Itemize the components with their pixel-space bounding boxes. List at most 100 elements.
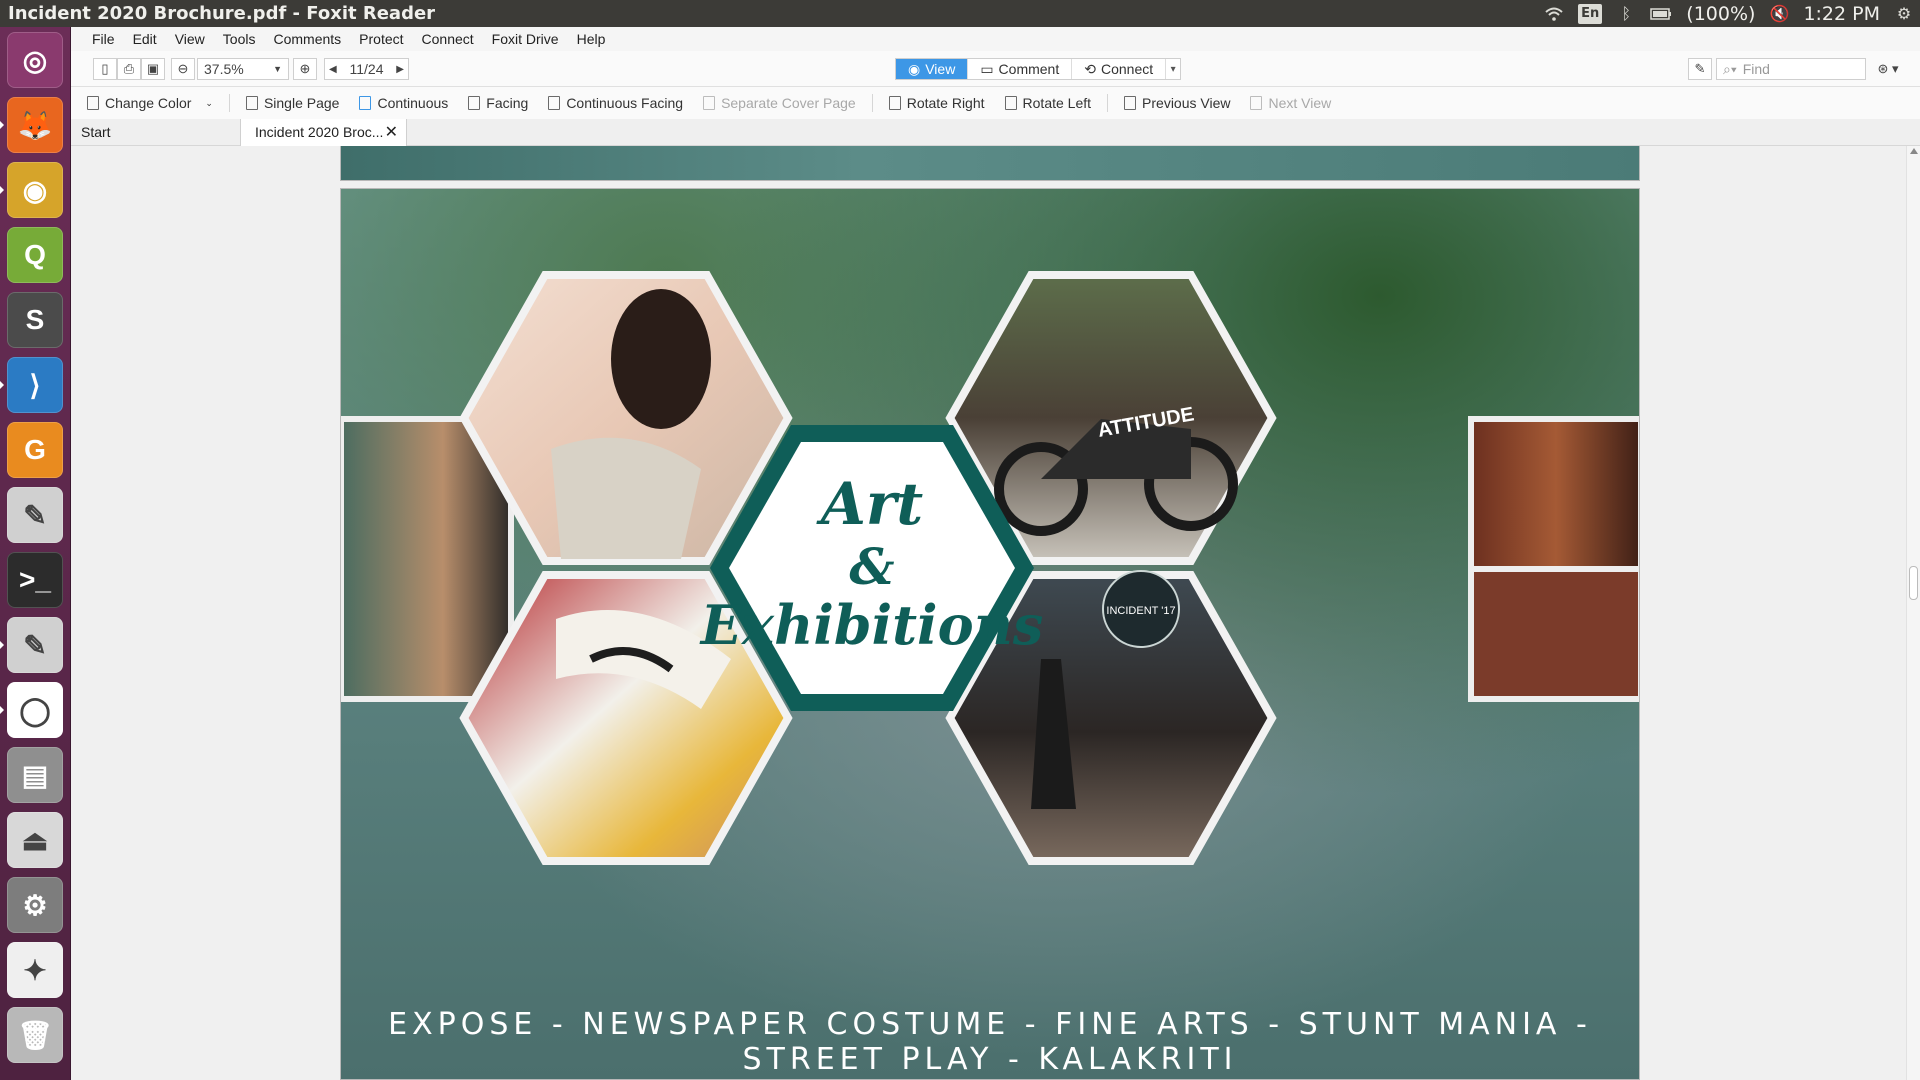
- print-icon[interactable]: ⎙: [117, 58, 141, 80]
- close-icon[interactable]: ✕: [385, 119, 398, 147]
- zoom-in-icon[interactable]: ⊕: [293, 58, 317, 80]
- window-title: Incident 2020 Brochure.pdf - Foxit Reade…: [8, 3, 436, 24]
- running-indicator: [0, 121, 4, 129]
- tab-document[interactable]: Incident 2020 Broc... ✕: [241, 119, 407, 147]
- menu-comments[interactable]: Comments: [264, 27, 350, 51]
- launcher-text-editor-icon[interactable]: ✎: [7, 487, 63, 543]
- toolbar-separator: [1107, 94, 1109, 112]
- scroll-up-arrow-icon[interactable]: [1910, 148, 1918, 154]
- document-tabs: Start Incident 2020 Broc... ✕: [71, 119, 1920, 147]
- save-icon[interactable]: ▣: [141, 58, 165, 80]
- menu-tools[interactable]: Tools: [214, 27, 265, 51]
- menu-connect[interactable]: Connect: [413, 27, 483, 51]
- bluetooth-icon[interactable]: ᛒ: [1616, 4, 1636, 24]
- running-indicator: [0, 381, 4, 389]
- svg-text:INCIDENT '17: INCIDENT '17: [1106, 605, 1175, 617]
- brochure-caption: EXPOSE - NEWSPAPER COSTUME - FINE ARTS -…: [388, 1007, 1592, 1077]
- wifi-icon[interactable]: [1544, 4, 1564, 24]
- launcher-text-editor-2-icon[interactable]: ✎: [7, 617, 63, 673]
- previous-view-label: Previous View: [1142, 95, 1231, 111]
- chevron-down-icon: ⌄: [205, 97, 213, 108]
- keyboard-language-indicator[interactable]: En: [1578, 3, 1603, 24]
- battery-percentage[interactable]: (100%): [1686, 3, 1755, 25]
- foxit-reader-window: File Edit View Tools Comments Protect Connect F…: [71, 27, 1920, 1080]
- launcher-terminal-icon[interactable]: >_: [7, 552, 63, 608]
- launcher-disk-icon[interactable]: ⏏: [7, 812, 63, 868]
- mode-view-button[interactable]: ◉ View: [896, 59, 969, 79]
- next-view-button[interactable]: Next View: [1240, 95, 1341, 111]
- scroll-thumb[interactable]: [1909, 566, 1918, 600]
- highlight-pen-icon[interactable]: ✎: [1688, 58, 1712, 80]
- system-top-panel: Incident 2020 Brochure.pdf - Foxit Reade…: [0, 0, 1920, 27]
- next-page-icon[interactable]: ▶: [396, 64, 404, 75]
- volume-muted-icon[interactable]: 🔇: [1769, 4, 1789, 24]
- menu-foxit-drive[interactable]: Foxit Drive: [483, 27, 568, 51]
- launcher-firefox-icon[interactable]: 🦊: [7, 97, 63, 153]
- zoom-select[interactable]: 37.5% ▼: [197, 58, 289, 80]
- launcher-ubuntu-dash-icon[interactable]: ◎: [7, 32, 63, 88]
- change-color-button[interactable]: Change Color ⌄: [71, 95, 223, 111]
- facing-button[interactable]: Facing: [458, 95, 538, 111]
- toolbar-separator: [871, 94, 873, 112]
- zoom-value: 37.5%: [204, 61, 244, 77]
- find-field[interactable]: ⌕▾ Find: [1716, 58, 1866, 80]
- mode-view-label: View: [925, 61, 956, 77]
- launcher-system-settings-icon[interactable]: ⚙: [7, 877, 63, 933]
- mode-connect-button[interactable]: ⟲ Connect: [1072, 59, 1167, 79]
- launcher-chrome-icon[interactable]: ◉: [7, 162, 63, 218]
- page-navigator[interactable]: ◀ 11/24 ▶: [324, 58, 409, 80]
- continuous-facing-label: Continuous Facing: [566, 95, 684, 111]
- launcher-foxit-reader-icon[interactable]: G: [7, 422, 63, 478]
- previous-view-button[interactable]: Previous View: [1114, 95, 1240, 111]
- rotate-right-button[interactable]: Rotate Right: [879, 95, 995, 111]
- mode-switcher: ◉ View ▭ Comment ⟲ Connect ▾: [895, 58, 1182, 80]
- battery-icon[interactable]: [1650, 4, 1672, 24]
- launcher-trash-icon[interactable]: 🗑: [7, 1007, 63, 1063]
- page-number-field[interactable]: 11/24: [350, 61, 384, 77]
- vertical-scrollbar[interactable]: [1906, 146, 1920, 1080]
- launcher-vscode-icon[interactable]: ⟩: [7, 357, 63, 413]
- change-color-label: Change Color: [105, 95, 192, 111]
- rotate-left-label: Rotate Left: [1022, 95, 1092, 111]
- rotate-left-button[interactable]: Rotate Left: [995, 95, 1102, 111]
- launcher-app-circle-icon[interactable]: ◯: [7, 682, 63, 738]
- running-indicator: [0, 706, 4, 714]
- document-viewport[interactable]: ATTITUDE INCIDENT '17 Art & Exhibitions …: [71, 146, 1920, 1080]
- show-panel-icon[interactable]: ▯: [93, 58, 117, 80]
- unity-launcher: ◎ 🦊 ◉ Q S ⟩ G ✎ >_ ✎ ◯ ▤ ⏏ ⚙ ✦ 🗑: [0, 27, 71, 1080]
- facing-label: Facing: [486, 95, 529, 111]
- menu-file[interactable]: File: [83, 27, 124, 51]
- rotate-right-label: Rotate Right: [906, 95, 985, 111]
- heading-art: Art: [816, 470, 924, 538]
- launcher-sublime-text-icon[interactable]: S: [7, 292, 63, 348]
- rotate-left-icon: [1004, 96, 1017, 110]
- single-page-label: Single Page: [263, 95, 340, 111]
- launcher-custom-app-icon[interactable]: ✦: [7, 942, 63, 998]
- chevron-down-icon[interactable]: ▾: [1166, 59, 1180, 79]
- separate-cover-page-button[interactable]: Separate Cover Page: [693, 95, 866, 111]
- clock[interactable]: 1:22 PM: [1803, 3, 1880, 25]
- continuous-button[interactable]: Continuous: [349, 95, 458, 111]
- previous-page-icon[interactable]: ◀: [329, 64, 337, 75]
- continuous-icon: [359, 96, 372, 110]
- single-page-icon: [245, 96, 258, 110]
- launcher-file-manager-icon[interactable]: ▤: [7, 747, 63, 803]
- menu-view[interactable]: View: [166, 27, 214, 51]
- facing-icon: [468, 96, 481, 110]
- menu-protect[interactable]: Protect: [350, 27, 412, 51]
- previous-page-fragment: [340, 146, 1640, 181]
- zoom-out-icon[interactable]: ⊖: [171, 58, 195, 80]
- menu-edit[interactable]: Edit: [124, 27, 166, 51]
- tab-document-label: Incident 2020 Broc...: [255, 124, 384, 140]
- mode-connect-label: Connect: [1100, 61, 1154, 77]
- menu-help[interactable]: Help: [568, 27, 615, 51]
- search-icon: ⌕▾: [1723, 60, 1737, 77]
- view-toolbar: Change Color ⌄ Single Page Continuous Fa…: [71, 87, 1920, 119]
- system-settings-gear-icon[interactable]: ⚙: [1894, 4, 1914, 24]
- tab-start[interactable]: Start: [71, 119, 241, 146]
- launcher-qgis-icon[interactable]: Q: [7, 227, 63, 283]
- single-page-button[interactable]: Single Page: [236, 95, 350, 111]
- continuous-facing-button[interactable]: Continuous Facing: [538, 95, 693, 111]
- mode-comment-button[interactable]: ▭ Comment: [968, 59, 1073, 79]
- account-icon[interactable]: ⊛ ▾: [1871, 58, 1905, 80]
